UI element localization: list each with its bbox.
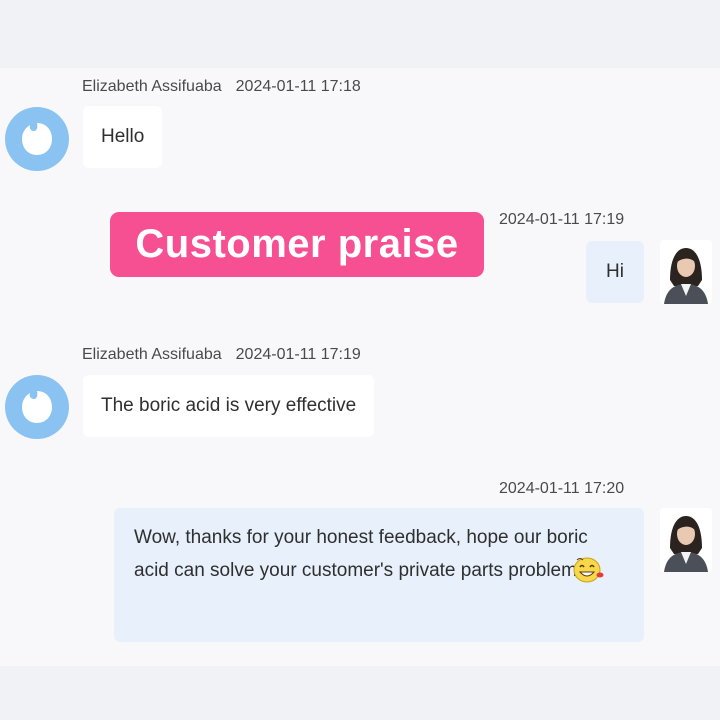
message-text: Hi <box>606 261 624 282</box>
agent-avatar[interactable] <box>660 508 712 572</box>
message-time: 2024-01-11 17:19 <box>499 211 625 228</box>
agent-photo-icon <box>660 240 712 304</box>
customer-praise-banner: Customer praise <box>110 212 484 277</box>
banner-text: Customer praise <box>135 222 459 266</box>
laughing-face-icon <box>571 554 605 584</box>
top-bar <box>0 0 720 68</box>
agent-avatar[interactable] <box>660 240 712 304</box>
message-time: 2024-01-11 17:20 <box>499 480 625 497</box>
contact-avatar[interactable] <box>5 375 69 439</box>
message-meta: Elizabeth Assifuaba 2024-01-11 17:19 <box>82 346 361 364</box>
sender-name: Elizabeth Assifuaba <box>82 346 222 363</box>
message-bubble-outgoing[interactable]: Hi <box>586 241 644 303</box>
message-time: 2024-01-11 17:18 <box>235 78 361 95</box>
bottom-bar <box>0 666 720 720</box>
agent-photo-icon <box>660 508 712 572</box>
message-text: Hello <box>101 126 145 147</box>
sender-name: Elizabeth Assifuaba <box>82 78 222 95</box>
message-meta: Elizabeth Assifuaba 2024-01-11 17:18 <box>82 78 361 96</box>
message-bubble-outgoing[interactable]: Wow, thanks for your honest feedback, ho… <box>114 508 644 642</box>
message-time: 2024-01-11 17:19 <box>235 346 361 363</box>
bubble-logo-icon <box>22 391 52 423</box>
message-bubble-incoming[interactable]: Hello <box>83 106 163 168</box>
message-text: The boric acid is very effective <box>101 395 357 416</box>
message-meta: 2024-01-11 17:19 <box>499 211 624 229</box>
bubble-logo-icon <box>22 123 52 155</box>
message-meta: 2024-01-11 17:20 <box>499 480 624 498</box>
contact-avatar[interactable] <box>5 107 69 171</box>
message-text: Wow, thanks for your honest feedback, ho… <box>134 527 588 581</box>
message-bubble-incoming[interactable]: The boric acid is very effective <box>83 375 375 437</box>
